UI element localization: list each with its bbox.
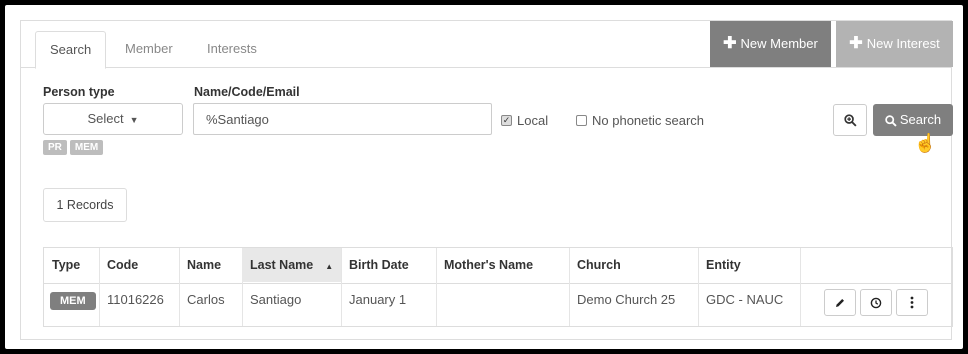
kebab-menu-icon: [910, 296, 914, 309]
column-header-code[interactable]: Code: [99, 248, 179, 282]
cell-name: Carlos: [187, 292, 225, 307]
app-frame: Search Member Interests ✚ New Member ✚ New…: [5, 5, 963, 349]
clock-icon: [870, 297, 882, 308]
cell-birth-date: January 1: [349, 292, 407, 307]
caret-down-icon: ▼: [129, 115, 139, 125]
search-panel: Search Member Interests ✚ New Member ✚ New…: [20, 20, 953, 340]
person-type-select[interactable]: Select ▼: [43, 103, 183, 135]
zoom-in-icon: [843, 114, 857, 127]
no-phonetic-label: No phonetic search: [592, 113, 705, 128]
no-phonetic-checkbox[interactable]: No phonetic search: [576, 113, 704, 128]
sort-asc-icon: ▲: [325, 262, 334, 271]
column-header-last-name[interactable]: Last Name ▲: [242, 248, 341, 282]
checkbox-checked-icon: ✓: [501, 115, 512, 126]
search-button[interactable]: Search: [873, 104, 953, 136]
plus-icon: ✚: [849, 35, 863, 52]
edit-button[interactable]: [824, 289, 856, 316]
person-type-badges: PR MEM: [43, 140, 104, 155]
new-member-label: New Member: [740, 36, 818, 51]
row-actions: [824, 289, 928, 316]
cell-code: 11016226: [107, 292, 164, 307]
column-header-mothers-name[interactable]: Mother's Name: [436, 248, 569, 282]
badge-mem[interactable]: MEM: [69, 140, 104, 155]
badge-pr[interactable]: PR: [43, 140, 67, 155]
name-code-email-label: Name/Code/Email: [194, 85, 300, 99]
results-table: Type Code Name Last Name ▲ Birth Date Mot…: [43, 247, 953, 327]
tab-search[interactable]: Search: [35, 31, 107, 69]
checkbox-unchecked-icon: [576, 115, 587, 126]
person-type-label: Person type: [43, 85, 115, 99]
column-header-type[interactable]: Type: [44, 248, 99, 282]
cell-last-name: Santiago: [250, 292, 302, 307]
history-button[interactable]: [860, 289, 892, 316]
cell-type: MEM: [44, 284, 99, 318]
cell-church: Demo Church 25: [577, 292, 676, 307]
plus-icon: ✚: [723, 35, 737, 52]
column-header-birth-date[interactable]: Birth Date: [341, 248, 436, 282]
local-checkbox[interactable]: ✓ Local: [501, 113, 548, 128]
type-badge: MEM: [50, 291, 96, 310]
search-button-label: Search: [899, 112, 942, 127]
column-header-entity[interactable]: Entity: [698, 248, 800, 282]
pencil-icon: [836, 298, 844, 307]
cell-entity: GDC - NAUC: [706, 292, 784, 307]
column-divider: [800, 248, 801, 326]
hand-cursor-icon: ☝: [914, 133, 937, 153]
search-icon: [885, 114, 897, 127]
new-interest-button[interactable]: ✚ New Interest: [836, 21, 953, 67]
records-count: 1 Records: [43, 188, 127, 222]
tab-interests[interactable]: Interests: [193, 31, 271, 69]
new-member-button[interactable]: ✚ New Member: [710, 21, 831, 67]
last-name-header-label: Last Name: [250, 258, 314, 272]
column-header-church[interactable]: Church: [569, 248, 698, 282]
name-search-input[interactable]: [193, 103, 492, 135]
local-label: Local: [517, 113, 549, 128]
new-interest-label: New Interest: [866, 36, 940, 51]
cell-mothers-name: [436, 284, 444, 318]
column-header-name[interactable]: Name: [179, 248, 242, 282]
person-type-value: Select: [87, 111, 124, 126]
tab-member[interactable]: Member: [111, 31, 187, 69]
tab-bar: Search Member Interests ✚ New Member ✚ New…: [21, 21, 953, 69]
advanced-search-button[interactable]: [833, 104, 867, 136]
more-options-button[interactable]: [896, 289, 928, 316]
